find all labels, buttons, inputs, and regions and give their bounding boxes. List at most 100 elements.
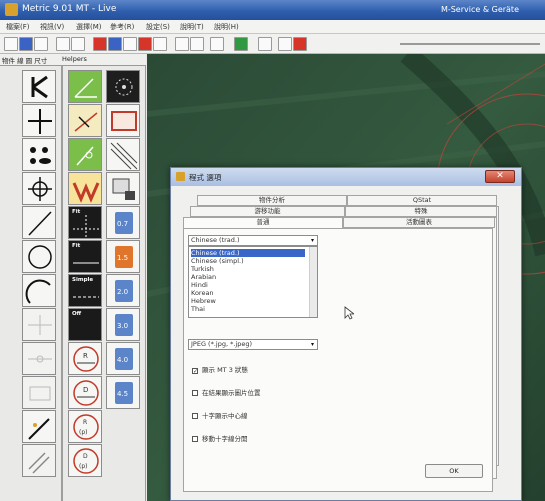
zoom-45-label: 4.5: [117, 390, 128, 398]
copy-icon[interactable]: [56, 37, 70, 51]
marker-icon[interactable]: [138, 37, 152, 51]
zoom-15-label: 1.5: [117, 254, 128, 262]
menu-video[interactable]: 視訊(V): [40, 22, 64, 32]
point-helper-icon[interactable]: [68, 138, 102, 171]
tab-special[interactable]: 特殊: [345, 206, 497, 217]
menu-settings[interactable]: 設定(S): [146, 22, 170, 32]
simple-helper-icon[interactable]: Simple: [68, 274, 102, 307]
checkbox-cross-center[interactable]: 十字顯示中心線: [192, 410, 248, 420]
checkbox-image-position[interactable]: 在結果顯示圖片位置: [192, 387, 261, 397]
checkbox-empty-icon[interactable]: [192, 436, 198, 442]
language-list[interactable]: Chinese (trad.) Chinese (simpl.) Turkish…: [188, 246, 318, 318]
image-format-value: JPEG (*.jpg, *.jpeg): [191, 340, 252, 348]
zoom-30-label: 3.0: [117, 322, 128, 330]
open-icon[interactable]: [4, 37, 18, 51]
zoom-15-icon[interactable]: 1.5: [106, 240, 140, 273]
disabled-tool-1-icon[interactable]: [22, 308, 56, 341]
menu-help[interactable]: 說明(H): [214, 22, 239, 32]
checkbox-empty-icon[interactable]: [192, 413, 198, 419]
diameter-helper-icon[interactable]: D: [68, 376, 102, 409]
language-option[interactable]: Hindi: [191, 281, 305, 289]
zoom-30-icon[interactable]: 3.0: [106, 308, 140, 341]
undo-icon[interactable]: [175, 37, 189, 51]
checkbox-label: 在結果顯示圖片位置: [202, 389, 261, 397]
paste-icon[interactable]: [71, 37, 85, 51]
checkbox-checked-icon[interactable]: ✓: [192, 368, 198, 375]
report-icon[interactable]: [210, 37, 224, 51]
language-option[interactable]: Arabian: [191, 273, 305, 281]
menu-file[interactable]: 檔案(F): [6, 22, 30, 32]
tab-roaming[interactable]: 游移功能: [190, 206, 345, 217]
capture-icon[interactable]: [106, 104, 140, 137]
d2-label: D: [83, 453, 88, 460]
stop-icon[interactable]: [293, 37, 307, 51]
chevron-down-icon: ▾: [310, 341, 314, 348]
video-icon[interactable]: [153, 37, 167, 51]
line-tool-icon[interactable]: [22, 206, 56, 239]
zoom-20-icon[interactable]: 2.0: [106, 274, 140, 307]
cross-tool-icon[interactable]: [22, 104, 56, 137]
zoom-45-icon[interactable]: 4.5: [106, 376, 140, 409]
print-icon[interactable]: [34, 37, 48, 51]
tab-qstat[interactable]: QStat: [347, 195, 497, 206]
line-tool-icon[interactable]: [123, 37, 137, 51]
zoom-20-label: 2.0: [117, 288, 128, 296]
diameter-p-helper-icon[interactable]: D (p): [68, 444, 102, 477]
target-helper-icon[interactable]: [106, 70, 140, 103]
menu-reference[interactable]: 參考(R): [110, 22, 134, 32]
angle-helper-icon[interactable]: [68, 70, 102, 103]
grid-pattern-icon[interactable]: [106, 138, 140, 171]
language-option[interactable]: Chinese (trad.): [191, 249, 305, 257]
image-format-select[interactable]: JPEG (*.jpg, *.jpeg) ▾: [188, 339, 318, 350]
points-tool-icon[interactable]: [22, 138, 56, 171]
crosshair-circle-icon[interactable]: [22, 172, 56, 205]
dialog-title-bar: 程式 選項 ✕: [171, 168, 521, 186]
radius-p-helper-icon[interactable]: R (p): [68, 410, 102, 443]
fit2-helper-icon[interactable]: Fit: [68, 240, 102, 273]
select-tool-icon[interactable]: [22, 70, 56, 103]
delete-icon[interactable]: [190, 37, 204, 51]
w-helper-icon[interactable]: [68, 172, 102, 205]
fit-helper-icon[interactable]: Fit: [68, 206, 102, 239]
language-option[interactable]: Thai: [191, 305, 305, 313]
radius-helper-icon[interactable]: R: [68, 342, 102, 375]
zoom-40-icon[interactable]: 4.0: [106, 342, 140, 375]
language-option[interactable]: Turkish: [191, 265, 305, 273]
hatch-tool-icon[interactable]: [22, 444, 56, 477]
language-select[interactable]: Chinese (trad.) ▾: [188, 235, 318, 246]
camera-icon[interactable]: [108, 37, 122, 51]
language-list-scrollbar[interactable]: [309, 247, 317, 317]
menu-help-t[interactable]: 說明(T): [180, 22, 204, 32]
camera-grid-icon[interactable]: [106, 172, 140, 205]
ruler-slider[interactable]: [400, 43, 540, 45]
off-helper-icon[interactable]: Off: [68, 308, 102, 341]
arc-tool-icon[interactable]: [22, 274, 56, 307]
circle-tool-icon[interactable]: [22, 240, 56, 273]
tab-activity-chart[interactable]: 活動圖表: [343, 217, 495, 228]
language-option[interactable]: Korean: [191, 289, 305, 297]
checkbox-show-mt3[interactable]: ✓ 顯示 MT 3 狀態: [192, 364, 248, 375]
menu-select[interactable]: 選擇(M): [76, 22, 102, 32]
network-icon[interactable]: [234, 37, 248, 51]
disabled-tool-2-icon[interactable]: [22, 342, 56, 375]
checkbox-empty-icon[interactable]: [192, 390, 198, 396]
dist-helper-icon[interactable]: [68, 104, 102, 137]
options-dialog: 程式 選項 ✕ 物件分析 QStat 游移功能 特殊 普通 活動圖表 Chine…: [170, 167, 522, 501]
zoom-icon[interactable]: [278, 37, 292, 51]
language-option[interactable]: Chinese (simpl.): [191, 257, 305, 265]
ok-button[interactable]: OK: [425, 464, 483, 478]
title-bar: Metric 9.01 MT - Live M-Service & Geräte: [0, 0, 545, 20]
general-tab-panel: Chinese (trad.) ▾ Chinese (trad.) Chines…: [183, 228, 493, 492]
language-option[interactable]: Hebrew: [191, 297, 305, 305]
zoom-07-icon[interactable]: 0.7: [106, 206, 140, 239]
disabled-tool-3-icon[interactable]: [22, 376, 56, 409]
tab-object-analysis[interactable]: 物件分析: [197, 195, 347, 206]
checkbox-move-cross[interactable]: 移動十字線分開: [192, 433, 248, 443]
measure-icon[interactable]: [93, 37, 107, 51]
zoom-40-label: 4.0: [117, 356, 128, 364]
help-icon[interactable]: [258, 37, 272, 51]
close-button[interactable]: ✕: [485, 170, 515, 183]
save-icon[interactable]: [19, 37, 33, 51]
pen-tool-icon[interactable]: [22, 410, 56, 443]
tab-general[interactable]: 普通: [183, 217, 343, 228]
